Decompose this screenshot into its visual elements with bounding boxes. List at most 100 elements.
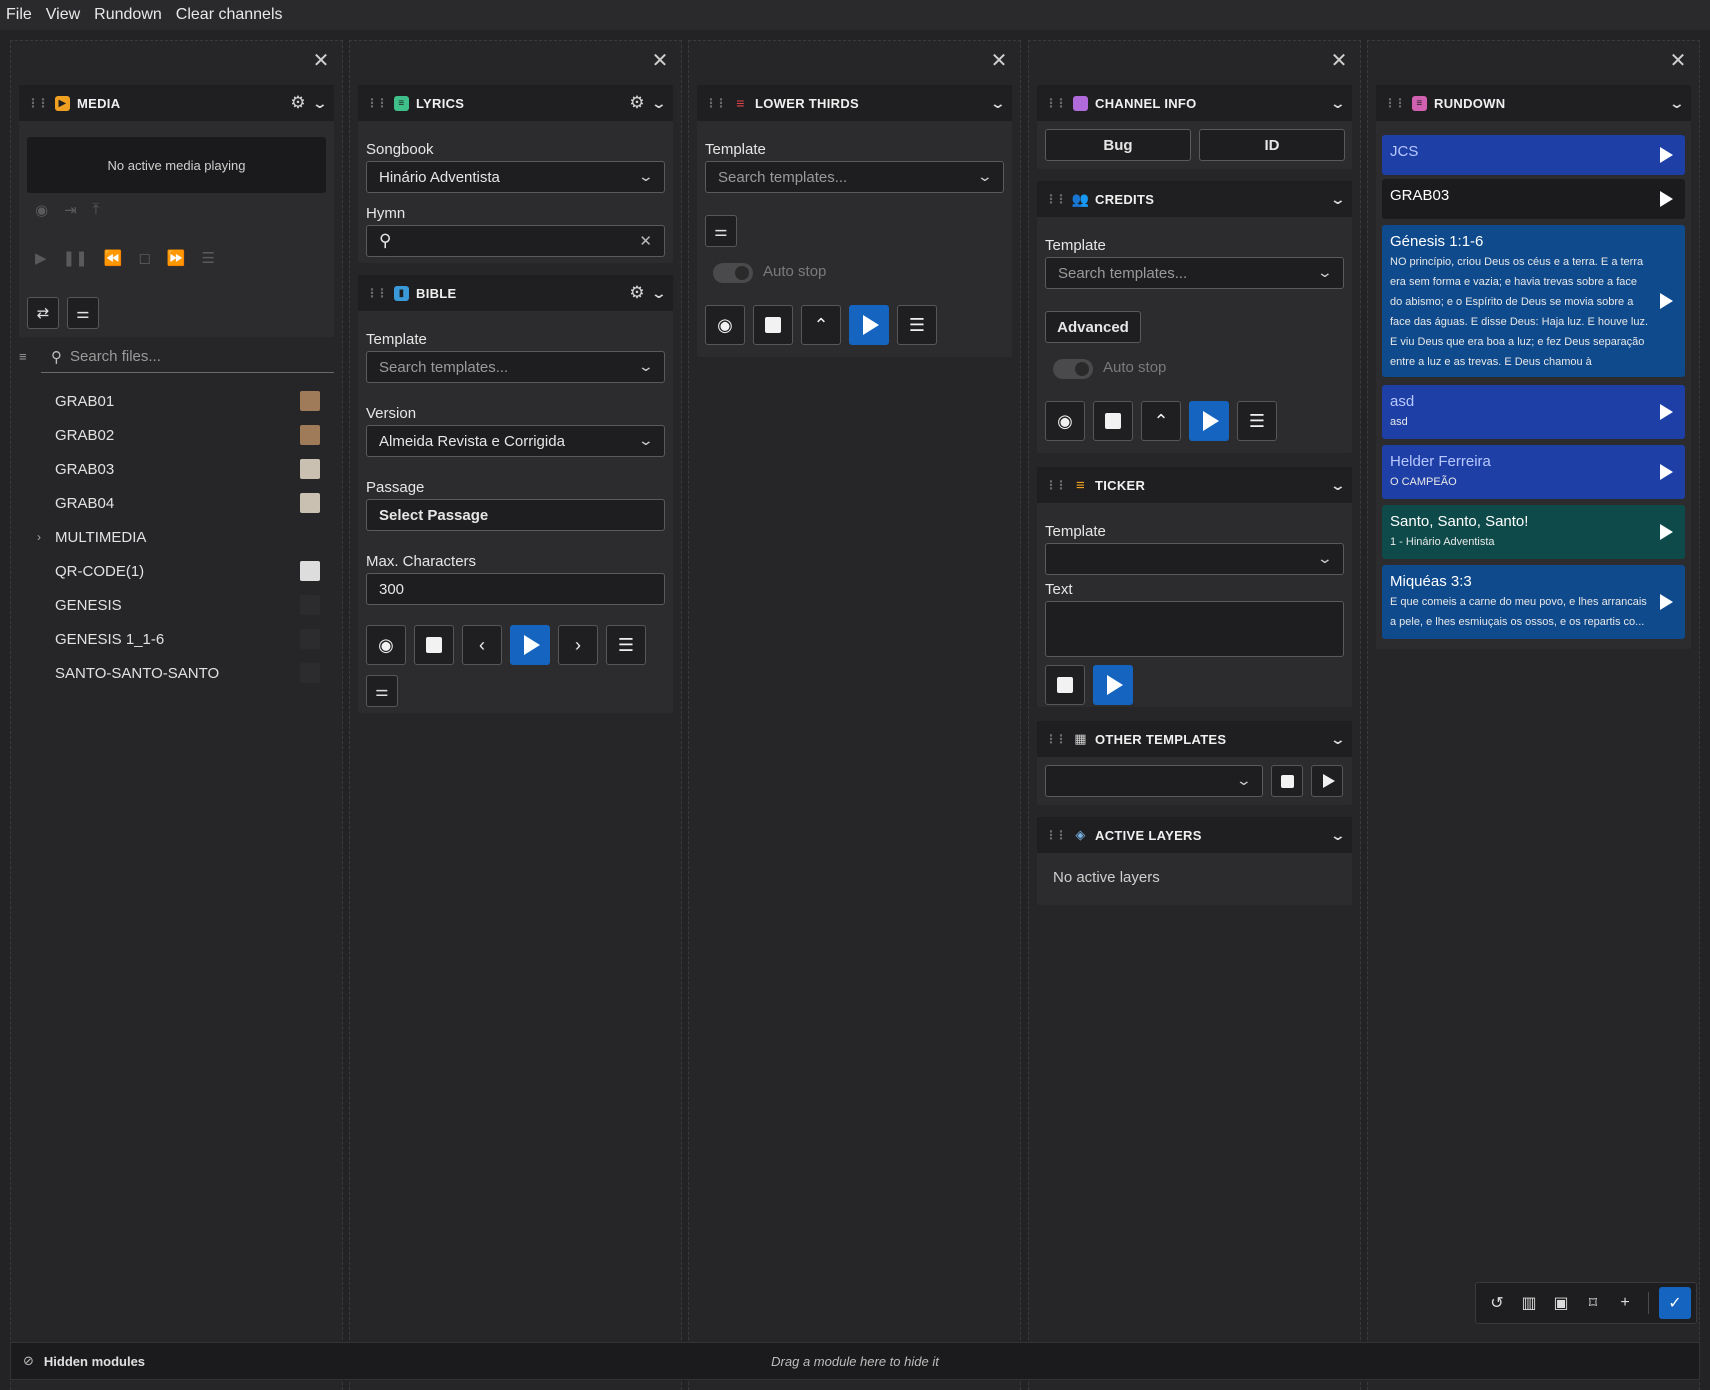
rundown-item[interactable]: GRAB03 — [1382, 179, 1685, 219]
rundown-item[interactable]: asd asd — [1382, 385, 1685, 439]
folder-item[interactable]: › MULTIMEDIA — [35, 522, 332, 552]
bug-button[interactable]: Bug — [1045, 129, 1191, 161]
swap-button[interactable]: ⇄ — [27, 297, 59, 329]
template-select[interactable]: Search templates... ⌄ — [366, 351, 665, 383]
autostop-toggle[interactable] — [713, 263, 753, 283]
stop-button[interactable] — [753, 305, 793, 345]
stop-button[interactable] — [1271, 765, 1303, 797]
chevron-down-icon[interactable]: ⌄ — [651, 285, 668, 302]
forward-icon[interactable]: ⏩ — [167, 249, 186, 267]
credits-header[interactable]: ⋮⋮ 👥 CREDITS ⌄ — [1037, 181, 1352, 217]
play-icon[interactable] — [1660, 464, 1673, 480]
advanced-button[interactable]: Advanced — [1045, 311, 1141, 343]
stop-button[interactable] — [1093, 401, 1133, 441]
file-item[interactable]: QR-CODE(1) — [35, 556, 332, 586]
channel-info-header[interactable]: ⋮⋮ CHANNEL INFO ⌄ — [1037, 85, 1352, 121]
plus-icon[interactable]: + — [1612, 1290, 1638, 1316]
file-item[interactable]: GRAB02 — [35, 420, 332, 450]
settings-button[interactable]: ⚌ — [705, 215, 737, 247]
menu-view[interactable]: View — [46, 6, 80, 24]
drag-handle-icon[interactable]: ⋮⋮ — [366, 96, 388, 110]
play-icon[interactable]: ▶ — [35, 249, 47, 267]
gear-icon[interactable]: ⚙ — [629, 93, 645, 113]
drag-handle-icon[interactable]: ⋮⋮ — [705, 96, 727, 110]
file-item[interactable]: GRAB01 — [35, 386, 332, 416]
play-button[interactable] — [1311, 765, 1343, 797]
template-select[interactable]: Search templates... ⌄ — [705, 161, 1004, 193]
drag-handle-icon[interactable]: ⋮⋮ — [1045, 478, 1067, 492]
close-column-icon[interactable]: ✕ — [310, 51, 332, 73]
rundown-item[interactable]: Miquéas 3:3 E que comeis a carne do meu … — [1382, 565, 1685, 639]
add-to-rundown-button[interactable]: ☰ — [1237, 401, 1277, 441]
songbook-select[interactable]: Hinário Adventista ⌄ — [366, 161, 665, 193]
bible-header[interactable]: ⋮⋮ ▮ BIBLE ⚙ ⌄ — [358, 275, 673, 311]
chevron-down-icon[interactable]: ⌄ — [1669, 95, 1686, 112]
chevron-down-icon[interactable]: ⌄ — [1330, 827, 1347, 844]
rundown-item[interactable]: Santo, Santo, Santo! 1 - Hinário Adventi… — [1382, 505, 1685, 559]
close-column-icon[interactable]: ✕ — [649, 51, 671, 73]
gear-icon[interactable]: ⚙ — [629, 283, 645, 303]
ticker-header[interactable]: ⋮⋮ ≡ TICKER ⌄ — [1037, 467, 1352, 503]
clear-icon[interactable]: ✕ — [639, 232, 652, 250]
template-select[interactable]: Search templates... ⌄ — [1045, 257, 1344, 289]
file-search-input[interactable]: ⚲ Search files... — [41, 341, 334, 373]
chevron-down-icon[interactable]: ⌄ — [1330, 191, 1347, 208]
chevron-down-icon[interactable]: ⌄ — [651, 95, 668, 112]
chevron-down-icon[interactable]: ⌄ — [1330, 477, 1347, 494]
gear-icon[interactable]: ⚙ — [290, 93, 306, 113]
columns-icon[interactable]: ▥ — [1516, 1290, 1542, 1316]
step-play-icon[interactable]: ⇥ — [64, 201, 77, 219]
autostop-toggle[interactable] — [1053, 359, 1093, 379]
play-icon[interactable] — [1660, 594, 1673, 610]
menu-file[interactable]: File — [6, 6, 32, 24]
hidden-modules-bar[interactable]: ⊘ Hidden modules Drag a module here to h… — [10, 1342, 1700, 1380]
preview-button[interactable]: ◉ — [705, 305, 745, 345]
other-templates-header[interactable]: ⋮⋮ ▦ OTHER TEMPLATES ⌄ — [1037, 721, 1352, 757]
filter-icon[interactable]: ≡ — [19, 349, 27, 364]
select-passage-button[interactable]: Select Passage — [366, 499, 665, 531]
hymn-search-input[interactable]: ⚲ ✕ — [366, 225, 665, 257]
other-template-select[interactable]: ⌄ — [1045, 765, 1263, 797]
template-select[interactable]: ⌄ — [1045, 543, 1344, 575]
rewind-icon[interactable]: ⏪ — [104, 249, 123, 267]
file-item[interactable]: GRAB04 — [35, 488, 332, 518]
id-button[interactable]: ID — [1199, 129, 1345, 161]
chevron-down-icon[interactable]: ⌄ — [990, 95, 1007, 112]
eye-icon[interactable]: ◉ — [35, 201, 48, 219]
drag-handle-icon[interactable]: ⋮⋮ — [27, 96, 49, 110]
play-icon[interactable] — [1660, 147, 1673, 163]
ticker-text-input[interactable] — [1045, 601, 1344, 657]
rundown-header[interactable]: ⋮⋮ ≡ RUNDOWN ⌄ — [1376, 85, 1691, 121]
drag-handle-icon[interactable]: ⋮⋮ — [1045, 96, 1067, 110]
lyrics-header[interactable]: ⋮⋮ ≡ LYRICS ⚙ ⌄ — [358, 85, 673, 121]
queue-icon[interactable]: ☰ — [202, 249, 215, 267]
upload-icon[interactable]: ⤒ — [93, 201, 100, 219]
media-header[interactable]: ⋮⋮ ▶ MEDIA ⚙ ⌄ — [19, 85, 334, 121]
maxchars-input[interactable]: 300 — [366, 573, 665, 605]
play-icon[interactable] — [1660, 404, 1673, 420]
close-column-icon[interactable]: ✕ — [988, 51, 1010, 73]
adjust-button[interactable]: ⚌ — [67, 297, 99, 329]
chevron-down-icon[interactable]: ⌄ — [1330, 95, 1347, 112]
drag-handle-icon[interactable]: ⋮⋮ — [1384, 96, 1406, 110]
confirm-icon[interactable]: ✓ — [1659, 1287, 1691, 1319]
rundown-item[interactable]: Génesis 1:1-6 NO princípio, criou Deus o… — [1382, 225, 1685, 377]
bookmark-icon[interactable]: ⌑ — [1580, 1290, 1606, 1316]
menu-rundown[interactable]: Rundown — [94, 6, 162, 24]
play-button[interactable] — [1093, 665, 1133, 705]
preview-button[interactable]: ◉ — [1045, 401, 1085, 441]
update-button[interactable]: ⌃ — [801, 305, 841, 345]
add-to-rundown-button[interactable]: ☰ — [897, 305, 937, 345]
save-icon[interactable]: ▣ — [1548, 1290, 1574, 1316]
active-layers-header[interactable]: ⋮⋮ ◈ ACTIVE LAYERS ⌄ — [1037, 817, 1352, 853]
drag-handle-icon[interactable]: ⋮⋮ — [1045, 828, 1067, 842]
drag-handle-icon[interactable]: ⋮⋮ — [1045, 732, 1067, 746]
lower-thirds-header[interactable]: ⋮⋮ ≡ LOWER THIRDS ⌄ — [697, 85, 1012, 121]
settings-button[interactable]: ⚌ — [366, 675, 398, 707]
menu-clear-channels[interactable]: Clear channels — [176, 6, 283, 24]
add-to-rundown-button[interactable]: ☰ — [606, 625, 646, 665]
rundown-item[interactable]: JCS — [1382, 135, 1685, 175]
rundown-item[interactable]: Helder Ferreira O CAMPEÃO — [1382, 445, 1685, 499]
play-icon[interactable] — [1660, 191, 1673, 207]
play-icon[interactable] — [1660, 293, 1673, 309]
